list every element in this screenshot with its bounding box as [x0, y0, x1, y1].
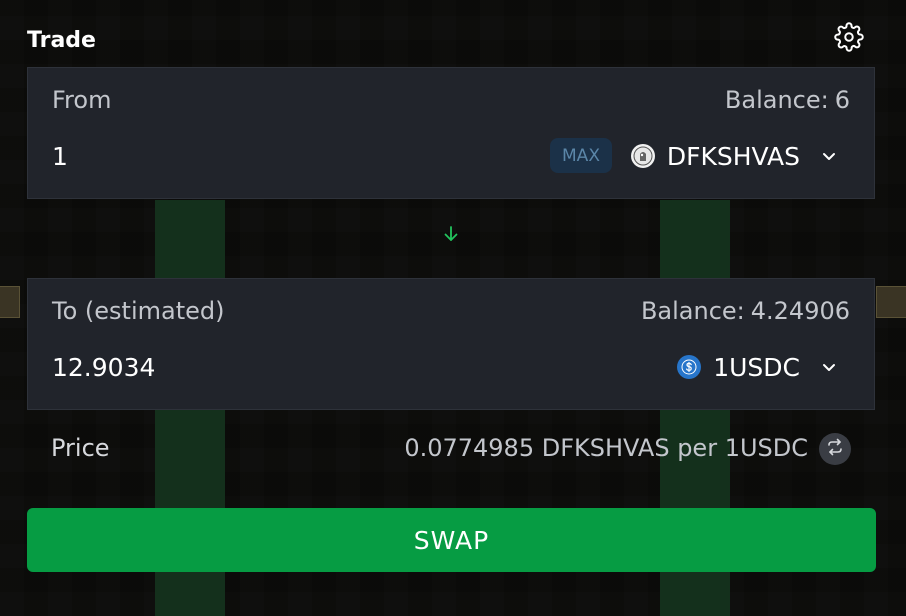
- arrow-down-icon: [442, 225, 460, 247]
- from-label: From: [52, 86, 112, 114]
- from-balance: Balance: 6: [725, 86, 850, 114]
- from-balance-label: Balance:: [724, 86, 829, 114]
- from-token-label: DFKSHVAS: [666, 141, 800, 171]
- dfkshvas-token-icon: [630, 144, 655, 168]
- invert-price-button[interactable]: [819, 433, 851, 465]
- from-amount-input[interactable]: [52, 136, 472, 176]
- swap-button[interactable]: SWAP: [27, 508, 876, 572]
- from-balance-value: 6: [834, 86, 850, 114]
- background-sign: [876, 286, 906, 318]
- price-value: 0.0774985 DFKSHVAS per 1USDC: [404, 434, 808, 462]
- price-label: Price: [51, 434, 110, 462]
- to-balance-label: Balance:: [640, 297, 745, 325]
- page-title: Trade: [27, 28, 96, 53]
- swap-arrows-icon: [825, 437, 845, 461]
- to-panel: To (estimated) Balance: 4.24906 1USDC: [27, 278, 875, 410]
- to-amount-input[interactable]: [52, 347, 472, 387]
- to-token-label: 1USDC: [713, 352, 800, 382]
- to-token-select[interactable]: 1USDC: [677, 347, 840, 387]
- background-sign: [0, 286, 20, 318]
- max-button[interactable]: MAX: [550, 138, 612, 173]
- from-panel: From Balance: 6 MAX DFKSHVAS: [27, 67, 875, 199]
- chevron-down-icon: [818, 145, 840, 167]
- to-label: To (estimated): [52, 297, 225, 325]
- usdc-token-icon: [677, 355, 702, 379]
- flip-direction-button[interactable]: [440, 225, 462, 247]
- to-balance-value: 4.24906: [750, 297, 850, 325]
- chevron-down-icon: [818, 356, 840, 378]
- to-balance: Balance: 4.24906: [641, 297, 850, 325]
- from-token-select[interactable]: DFKSHVAS: [630, 136, 840, 176]
- gear-icon: [834, 22, 864, 56]
- settings-button[interactable]: [832, 22, 866, 56]
